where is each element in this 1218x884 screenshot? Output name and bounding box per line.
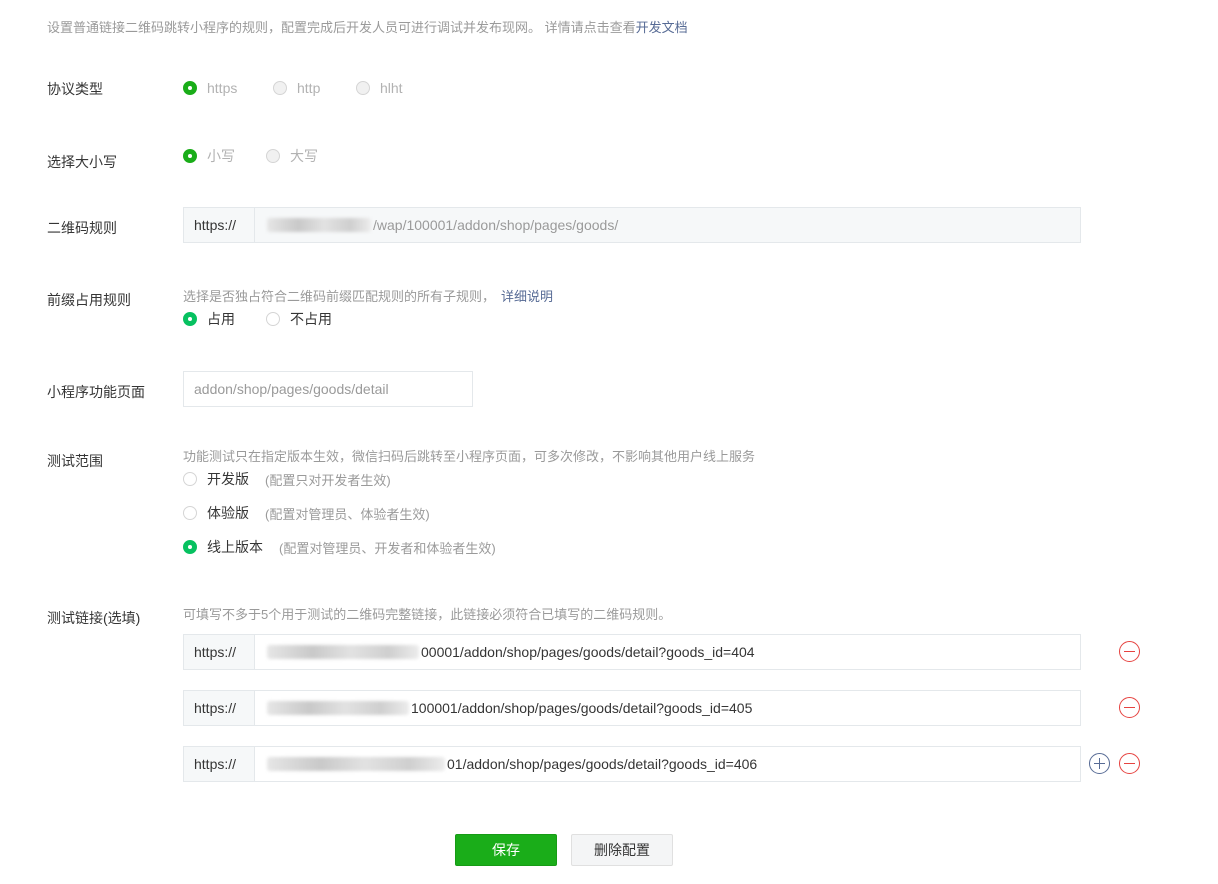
qr-rule-prefix: https:// [184,208,255,242]
test-link-prefix: https:// [184,635,255,669]
test-link-input[interactable]: 100001/addon/shop/pages/goods/detail?goo… [255,691,1080,725]
protocol-radio-http[interactable]: http [273,80,320,96]
remove-link-icon[interactable] [1119,641,1140,662]
protocol-option-label: hlht [380,80,403,96]
test-links-hint: 可填写不多于5个用于测试的二维码完整链接，此链接必须符合已填写的二维码规则。 [183,607,672,622]
mini-page-input[interactable]: addon/shop/pages/goods/detail [183,371,473,407]
test-links-label: 测试链接(选填) [47,610,141,626]
protocol-option-label: https [207,80,238,96]
scope-option-note: (配置只对开发者生效) [265,472,391,488]
case-label: 选择大小写 [47,154,117,170]
test-link-input-group: https:// 00001/addon/shop/pages/goods/de… [183,634,1081,670]
test-link-prefix: https:// [184,747,255,781]
prefix-radio-not-occupy[interactable]: 不占用 [266,309,332,329]
add-link-icon[interactable] [1089,753,1110,774]
mini-page-label: 小程序功能页面 [47,384,145,400]
test-link-input[interactable]: 01/addon/shop/pages/goods/detail?goods_i… [255,747,1080,781]
redacted-domain [267,757,445,771]
save-button[interactable]: 保存 [455,834,557,866]
case-radio-lower[interactable]: 小写 [183,146,235,166]
redacted-domain [267,645,419,659]
radio-unchecked-icon [273,81,287,95]
case-radio-upper[interactable]: 大写 [266,146,318,166]
radio-checked-icon [183,149,197,163]
scope-option-note: (配置对管理员、开发者和体验者生效) [279,540,496,556]
prefix-option-label: 占用 [207,311,235,327]
remove-link-icon[interactable] [1119,697,1140,718]
scope-radio-online[interactable]: 线上版本 (配置对管理员、开发者和体验者生效) [183,537,496,557]
remove-link-icon[interactable] [1119,753,1140,774]
test-link-prefix: https:// [184,691,255,725]
protocol-radio-https[interactable]: https [183,80,237,96]
case-option-label: 小写 [207,148,235,164]
radio-checked-icon [183,81,197,95]
test-scope-label: 测试范围 [47,453,103,469]
delete-config-button[interactable]: 删除配置 [571,834,673,866]
test-link-input-group: https:// 100001/addon/shop/pages/goods/d… [183,690,1081,726]
page-description-text: 设置普通链接二维码跳转小程序的规则，配置完成后开发人员可进行调试并发布现网。 详… [47,20,636,35]
test-link-value: 100001/addon/shop/pages/goods/detail?goo… [411,700,753,716]
scope-option-note: (配置对管理员、体验者生效) [265,506,430,522]
scope-option-name: 线上版本 [207,539,263,555]
qr-rule-label: 二维码规则 [47,220,117,236]
prefix-radio-occupy[interactable]: 占用 [183,309,235,329]
radio-unchecked-icon [356,81,370,95]
radio-checked-icon [183,312,197,326]
dev-docs-link[interactable]: 开发文档 [636,20,688,35]
protocol-type-label: 协议类型 [47,81,103,97]
redacted-domain [267,701,409,715]
prefix-rule-hint-text: 选择是否独占符合二维码前缀匹配规则的所有子规则， [183,289,496,304]
radio-unchecked-icon [183,472,197,486]
scope-option-name: 开发版 [207,471,249,487]
details-link[interactable]: 详细说明 [501,289,553,304]
protocol-option-label: http [297,80,321,96]
protocol-radio-hlht[interactable]: hlht [356,80,403,96]
prefix-rule-hint: 选择是否独占符合二维码前缀匹配规则的所有子规则， 详细说明 [183,286,553,305]
scope-radio-trial[interactable]: 体验版 (配置对管理员、体验者生效) [183,503,430,523]
scope-radio-dev[interactable]: 开发版 (配置只对开发者生效) [183,469,391,489]
test-link-input[interactable]: 00001/addon/shop/pages/goods/detail?good… [255,635,1080,669]
test-link-input-group: https:// 01/addon/shop/pages/goods/detai… [183,746,1081,782]
case-option-label: 大写 [290,148,318,164]
page-description: 设置普通链接二维码跳转小程序的规则，配置完成后开发人员可进行调试并发布现网。 详… [47,17,688,36]
radio-checked-icon [183,540,197,554]
scope-option-name: 体验版 [207,505,249,521]
qr-rule-input-group: https:// /wap/100001/addon/shop/pages/go… [183,207,1081,243]
test-scope-hint: 功能测试只在指定版本生效，微信扫码后跳转至小程序页面，可多次修改，不影响其他用户… [183,449,756,464]
radio-unchecked-icon [183,506,197,520]
test-link-value: 00001/addon/shop/pages/goods/detail?good… [421,644,755,660]
test-link-value: 01/addon/shop/pages/goods/detail?goods_i… [447,756,758,772]
qr-rule-value: /wap/100001/addon/shop/pages/goods/ [373,217,619,233]
redacted-domain [267,218,371,232]
prefix-option-label: 不占用 [290,311,332,327]
qr-rule-input: /wap/100001/addon/shop/pages/goods/ [255,208,1080,242]
radio-unchecked-icon [266,149,280,163]
prefix-rule-label: 前缀占用规则 [47,292,131,308]
radio-unchecked-icon [266,312,280,326]
